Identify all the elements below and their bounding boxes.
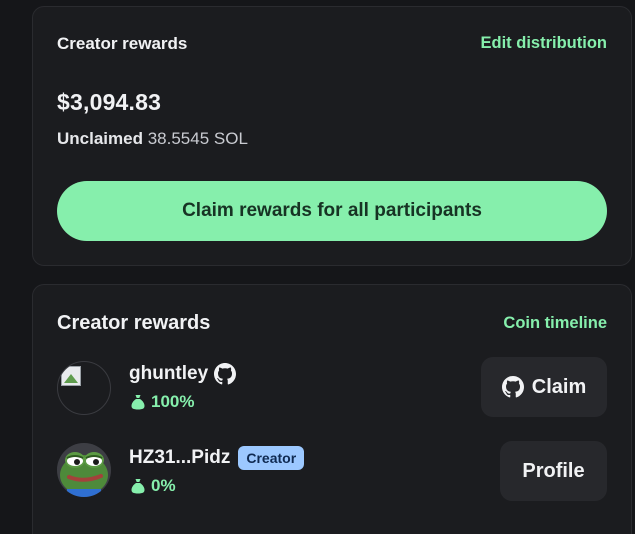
rewards-amount: $3,094.83 xyxy=(57,89,162,115)
avatar-ghuntley[interactable] xyxy=(57,361,111,415)
coin-timeline-link[interactable]: Coin timeline xyxy=(503,314,607,333)
broken-image-icon xyxy=(61,366,81,386)
profile-button-label: Profile xyxy=(522,459,585,482)
participant-name-row: ghuntley xyxy=(129,363,237,385)
frog-avatar-image xyxy=(57,443,111,497)
creator-rewards-summary-card: Creator rewards Edit distribution $3,094… xyxy=(32,6,632,266)
profile-button[interactable]: Profile xyxy=(500,441,607,501)
participant-name[interactable]: ghuntley xyxy=(129,363,208,385)
github-icon xyxy=(501,376,524,398)
avatar-hz31-pidz[interactable] xyxy=(57,443,111,497)
creator-rewards-participants-card: Creator rewards Coin timeline ghuntley 1… xyxy=(32,284,632,534)
unclaimed-row: Unclaimed 38.5545 SOL xyxy=(57,129,248,149)
summary-title: Creator rewards xyxy=(57,34,188,53)
participant-name[interactable]: HZ31...Pidz xyxy=(129,447,230,469)
money-bag-icon xyxy=(131,478,145,494)
creator-badge: Creator xyxy=(238,446,305,470)
github-icon xyxy=(214,363,237,385)
unclaimed-label: Unclaimed xyxy=(57,129,143,148)
participants-title: Creator rewards xyxy=(57,312,211,334)
claim-button-label: Claim xyxy=(531,375,587,398)
share-row: 0% xyxy=(131,476,176,496)
share-row: 100% xyxy=(131,392,194,412)
claim-all-button[interactable]: Claim rewards for all participants xyxy=(57,181,607,241)
edit-distribution-link[interactable]: Edit distribution xyxy=(481,34,607,53)
share-value: 0% xyxy=(151,476,176,495)
money-bag-icon xyxy=(131,394,145,410)
unclaimed-value: 38.5545 SOL xyxy=(147,129,248,148)
claim-button[interactable]: Claim xyxy=(481,357,607,417)
share-value: 100% xyxy=(151,392,195,411)
participant-name-row: HZ31...Pidz Creator xyxy=(129,446,305,470)
